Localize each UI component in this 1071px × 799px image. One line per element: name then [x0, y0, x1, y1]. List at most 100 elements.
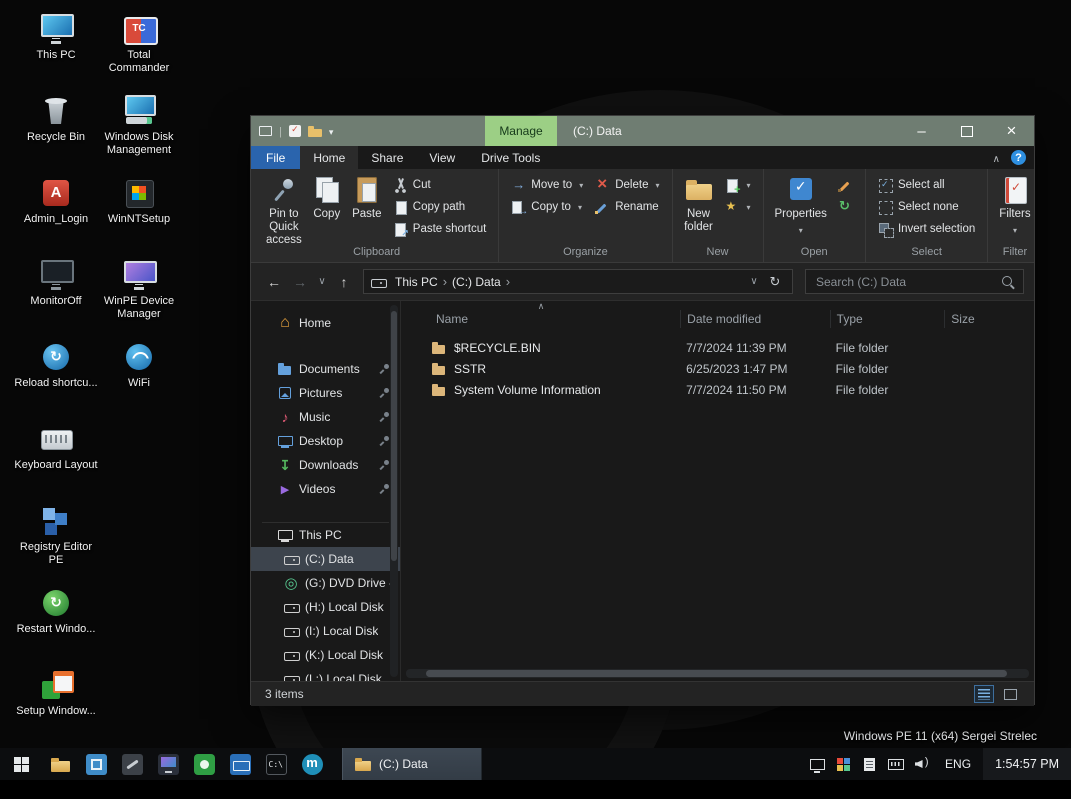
file-row[interactable]: $RECYCLE.BIN 7/7/2024 11:39 PM File fold… [401, 337, 1034, 358]
tab-home[interactable]: Home [300, 146, 359, 169]
taskbar-icon-keyboard-app[interactable] [222, 748, 258, 780]
recent-locations-chevron-icon[interactable] [313, 269, 331, 295]
taskbar-icon-explorer[interactable] [42, 748, 78, 780]
invert-selection-button[interactable]: Invert selection [873, 218, 980, 240]
new-folder-button[interactable]: New folder [680, 172, 718, 242]
nav-item[interactable]: (I:) Local Disk [251, 619, 400, 643]
title-bar[interactable]: Manage (C:) Data [251, 116, 1034, 146]
nav-item[interactable]: Desktop [251, 429, 400, 453]
column-header-size[interactable]: Size [944, 310, 1034, 328]
edit-button[interactable] [833, 174, 858, 196]
file-row[interactable]: SSTR 6/25/2023 1:47 PM File folder [401, 358, 1034, 379]
tray-display-icon[interactable] [806, 748, 829, 780]
nav-scrollbar[interactable] [390, 305, 398, 677]
tray-volume-icon[interactable] [910, 748, 933, 780]
tray-keyboard-icon[interactable] [884, 748, 907, 780]
nav-item[interactable]: Documents [251, 357, 400, 381]
paste-shortcut-button[interactable]: Paste shortcut [388, 218, 492, 240]
desktop-icon-recycle-bin[interactable]: Recycle Bin [14, 94, 98, 172]
start-button[interactable] [0, 748, 42, 780]
nav-item[interactable]: (K:) Local Disk [251, 643, 400, 667]
nav-item[interactable]: Pictures [251, 381, 400, 405]
column-header-type[interactable]: Type [829, 310, 945, 328]
pin-to-quick-access-button[interactable]: Pin to Quick access [262, 172, 306, 246]
taskbar-icon-display-app[interactable] [150, 748, 186, 780]
qa-customize-chevron-icon[interactable] [329, 124, 334, 138]
horizontal-scrollbar[interactable] [406, 669, 1029, 678]
search-input[interactable] [814, 273, 1001, 290]
desktop-icon-reload-shortcuts[interactable]: Reload shortcu... [14, 340, 98, 418]
close-button[interactable] [989, 116, 1034, 146]
taskbar-icon-blue-app[interactable] [78, 748, 114, 780]
desktop-icon-registry-editor-pe[interactable]: Registry Editor PE [14, 504, 98, 582]
file-row[interactable]: System Volume Information 7/7/2024 11:50… [401, 379, 1034, 400]
column-header-date-modified[interactable]: Date modified [680, 310, 830, 328]
nav-item[interactable]: Music [251, 405, 400, 429]
language-indicator[interactable]: ENG [936, 757, 980, 771]
taskbar-icon-cmd[interactable] [258, 748, 294, 780]
nav-item[interactable]: (H:) Local Disk [251, 595, 400, 619]
nav-item[interactable]: This PC [251, 523, 400, 547]
desktop-icon-winntsetup[interactable]: WinNTSetup [96, 176, 182, 254]
desktop-icon-wifi[interactable]: WiFi [96, 340, 182, 418]
search-box[interactable] [805, 269, 1024, 294]
tab-share[interactable]: Share [358, 146, 416, 169]
taskbar-task-cdata[interactable]: (C:) Data [342, 748, 482, 780]
desktop-icon-admin-login[interactable]: Admin_Login [14, 176, 98, 254]
breadcrumb-item[interactable]: This PC [390, 275, 443, 289]
large-icons-view-button[interactable] [1000, 685, 1020, 703]
copy-button[interactable]: Copy [308, 172, 346, 242]
horizontal-scrollbar-thumb[interactable] [426, 670, 1007, 677]
nav-item[interactable]: Downloads [251, 453, 400, 477]
desktop-icon-monitor-off[interactable]: MonitorOff [14, 258, 98, 336]
qa-new-folder-icon[interactable] [307, 125, 322, 137]
maximize-button[interactable] [944, 116, 989, 146]
tab-file[interactable]: File [251, 146, 301, 169]
desktop-icon-restart-windows[interactable]: Restart Windo... [14, 586, 98, 664]
nav-item[interactable]: (C:) Data [251, 547, 400, 571]
taskbar-icon-green-app[interactable] [186, 748, 222, 780]
cut-button[interactable]: Cut [388, 174, 492, 196]
address-dropdown-chevron-icon[interactable] [744, 270, 764, 293]
taskbar-icon-teal-app[interactable] [294, 748, 330, 780]
easy-access-button[interactable] [720, 196, 756, 218]
nav-item[interactable]: (L:) Local Disk [251, 667, 400, 681]
copy-to-button[interactable]: Copy to [506, 196, 588, 218]
nav-scrollbar-thumb[interactable] [391, 311, 397, 561]
desktop-icon-total-commander[interactable]: Total Commander [96, 12, 182, 90]
refresh-icon[interactable] [764, 270, 786, 293]
filters-button[interactable]: Filters [995, 172, 1034, 242]
forward-button[interactable] [287, 269, 313, 295]
address-bar[interactable]: This PC (C:) Data [363, 269, 793, 294]
delete-button[interactable]: Delete [590, 174, 664, 196]
rename-button[interactable]: Rename [590, 196, 664, 218]
paste-button[interactable]: Paste [348, 172, 386, 242]
taskbar-clock[interactable]: 1:54:57 PM [983, 748, 1071, 780]
tab-view[interactable]: View [416, 146, 468, 169]
desktop-icon-windows-disk-management[interactable]: Windows Disk Management [96, 94, 182, 172]
desktop-icon-this-pc[interactable]: This PC [14, 12, 98, 90]
tray-notes-icon[interactable] [858, 748, 881, 780]
nav-item[interactable]: Videos [251, 477, 400, 501]
column-header-name[interactable]: Name [401, 310, 680, 328]
desktop-icon-setup-windows[interactable]: Setup Window... [14, 668, 98, 746]
desktop-icon-winpe-device-manager[interactable]: WinPE Device Manager [96, 258, 182, 336]
select-all-button[interactable]: Select all [873, 174, 980, 196]
tray-colors-icon[interactable] [832, 748, 855, 780]
copy-path-button[interactable]: Copy path [388, 196, 492, 218]
select-none-button[interactable]: Select none [873, 196, 980, 218]
help-icon[interactable] [1011, 150, 1026, 165]
qa-properties-icon[interactable] [288, 124, 301, 137]
back-button[interactable] [261, 269, 287, 295]
properties-button[interactable]: Properties [771, 172, 831, 242]
up-button[interactable] [331, 269, 357, 295]
breadcrumb-item[interactable]: (C:) Data [447, 275, 506, 289]
move-to-button[interactable]: Move to [506, 174, 588, 196]
history-button[interactable] [833, 196, 858, 218]
minimize-button[interactable] [899, 116, 944, 146]
nav-item[interactable]: (G:) DVD Drive - [251, 571, 400, 595]
new-item-button[interactable] [720, 174, 756, 196]
nav-item[interactable]: Home [251, 311, 400, 335]
details-view-button[interactable] [974, 685, 994, 703]
desktop-icon-keyboard-layout[interactable]: Keyboard Layout [14, 422, 98, 500]
